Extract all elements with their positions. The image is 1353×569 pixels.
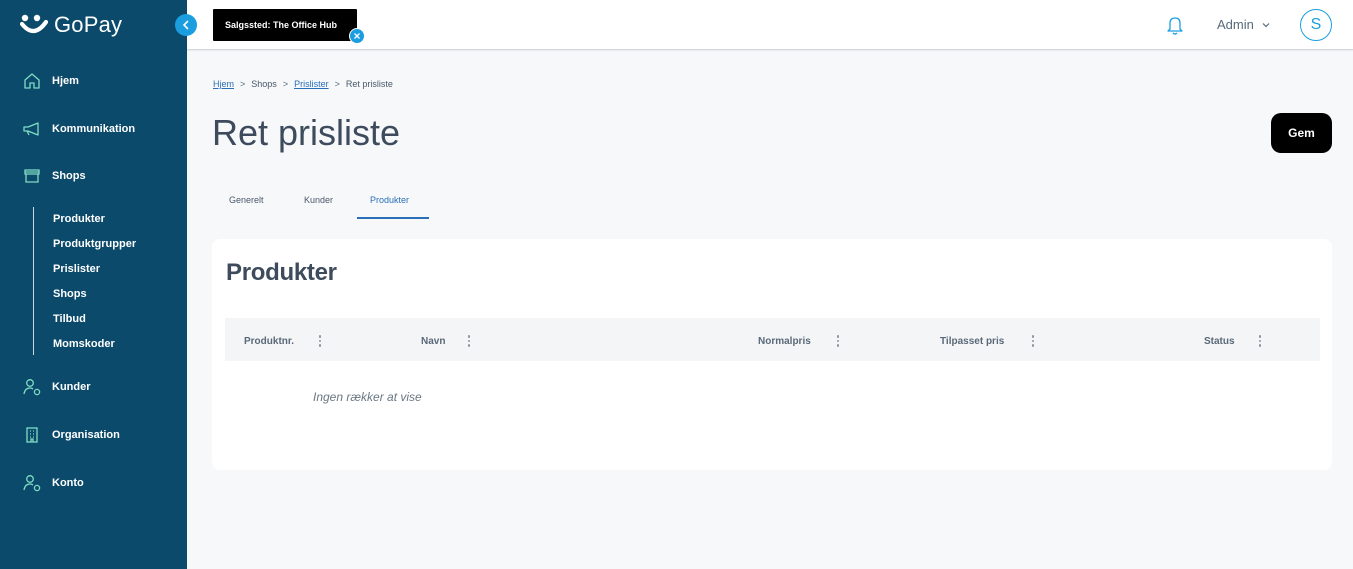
column-header-produktnr[interactable]: Produktnr. xyxy=(244,336,294,347)
breadcrumb-separator: > xyxy=(282,79,289,89)
table-header: Produktnr. Navn Normalpris Tilpasset pri… xyxy=(225,318,1320,361)
submenu-line xyxy=(33,207,34,355)
column-menu-icon[interactable] xyxy=(836,335,840,349)
salgssted-clear-button[interactable] xyxy=(349,28,365,44)
sidebar-subitem-momskoder[interactable]: Momskoder xyxy=(53,336,115,352)
sidebar-item-label: Shops xyxy=(52,170,86,182)
breadcrumb-item-shops: Shops xyxy=(251,79,277,89)
sidebar-item-shops[interactable]: Shops xyxy=(22,165,86,187)
topbar: Salgssted: The Office Hub Admin S xyxy=(187,0,1353,50)
sidebar-subitem-tilbud[interactable]: Tilbud xyxy=(53,311,86,327)
breadcrumb-current: Ret prisliste xyxy=(345,79,393,89)
sidebar-subitem-shops[interactable]: Shops xyxy=(53,286,87,302)
sidebar-item-organisation[interactable]: Organisation xyxy=(22,424,120,446)
tab-generelt[interactable]: Generelt xyxy=(229,195,264,209)
logo-text: GoPay xyxy=(54,12,123,37)
column-header-status[interactable]: Status xyxy=(1204,336,1235,347)
megaphone-icon xyxy=(23,122,39,136)
sidebar-subitem-produktgrupper[interactable]: Produktgrupper xyxy=(53,236,136,252)
sidebar-item-konto[interactable]: Konto xyxy=(22,472,84,494)
user-name: Admin xyxy=(1217,17,1254,32)
building-icon xyxy=(26,427,38,443)
salgssted-label: Salgssted: The Office Hub xyxy=(225,20,338,30)
gopay-logo[interactable]: GoPay xyxy=(20,12,122,38)
tab-produkter[interactable]: Produkter xyxy=(370,195,409,209)
breadcrumb-separator: > xyxy=(334,79,340,89)
chevron-left-icon xyxy=(182,20,189,30)
column-header-navn[interactable]: Navn xyxy=(421,336,445,347)
sidebar-item-kunder[interactable]: Kunder xyxy=(22,376,91,398)
salgssted-badge[interactable]: Salgssted: The Office Hub xyxy=(213,9,357,41)
tab-kunder[interactable]: Kunder xyxy=(304,195,333,209)
empty-table-message: Ingen rækker at vise xyxy=(313,390,422,404)
sidebar-item-label: Kunder xyxy=(52,381,91,393)
user-menu[interactable]: Admin xyxy=(1217,17,1270,32)
breadcrumb-link-hjem[interactable]: Hjem xyxy=(213,79,234,89)
column-menu-icon[interactable] xyxy=(1031,335,1035,349)
home-icon xyxy=(24,73,40,89)
breadcrumb-separator: > xyxy=(240,79,246,89)
column-menu-icon[interactable] xyxy=(467,335,471,349)
avatar[interactable]: S xyxy=(1300,9,1332,41)
sidebar-item-kommunikation[interactable]: Kommunikation xyxy=(22,118,135,140)
card-title: Produkter xyxy=(226,259,337,286)
bell-icon[interactable] xyxy=(1165,14,1185,36)
sidebar-item-label: Hjem xyxy=(52,75,79,87)
column-header-normalpris[interactable]: Normalpris xyxy=(758,336,811,347)
breadcrumb-link-prislister[interactable]: Prislister xyxy=(294,79,329,89)
column-header-tilpasset-pris[interactable]: Tilpasset pris xyxy=(940,336,1004,347)
sidebar-collapse-button[interactable] xyxy=(175,14,197,36)
column-menu-icon[interactable] xyxy=(318,335,322,349)
chevron-down-icon xyxy=(1262,22,1270,27)
products-card: Produkter Produktnr. Navn Normalpris Til… xyxy=(212,239,1332,470)
sidebar: GoPay Hjem Kommunikation Shops Produkter… xyxy=(0,0,187,569)
sidebar-item-label: Konto xyxy=(52,477,84,489)
close-icon xyxy=(354,33,360,39)
sidebar-item-label: Kommunikation xyxy=(52,123,136,135)
sidebar-item-hjem[interactable]: Hjem xyxy=(22,70,79,92)
breadcrumb: Hjem > Shops > Prislister > Ret prislist… xyxy=(213,77,393,91)
store-icon xyxy=(24,169,40,183)
sidebar-subitem-produkter[interactable]: Produkter xyxy=(53,211,105,227)
user-gear-icon xyxy=(23,475,41,492)
column-menu-icon[interactable] xyxy=(1258,335,1262,349)
gopay-logo-icon xyxy=(20,14,48,34)
save-button[interactable]: Gem xyxy=(1271,113,1332,153)
page-title: Ret prisliste xyxy=(212,112,401,153)
sidebar-item-label: Organisation xyxy=(52,429,120,441)
active-tab-indicator xyxy=(357,217,429,219)
sidebar-subitem-prislister[interactable]: Prislister xyxy=(53,261,100,277)
user-gear-icon xyxy=(23,379,41,396)
